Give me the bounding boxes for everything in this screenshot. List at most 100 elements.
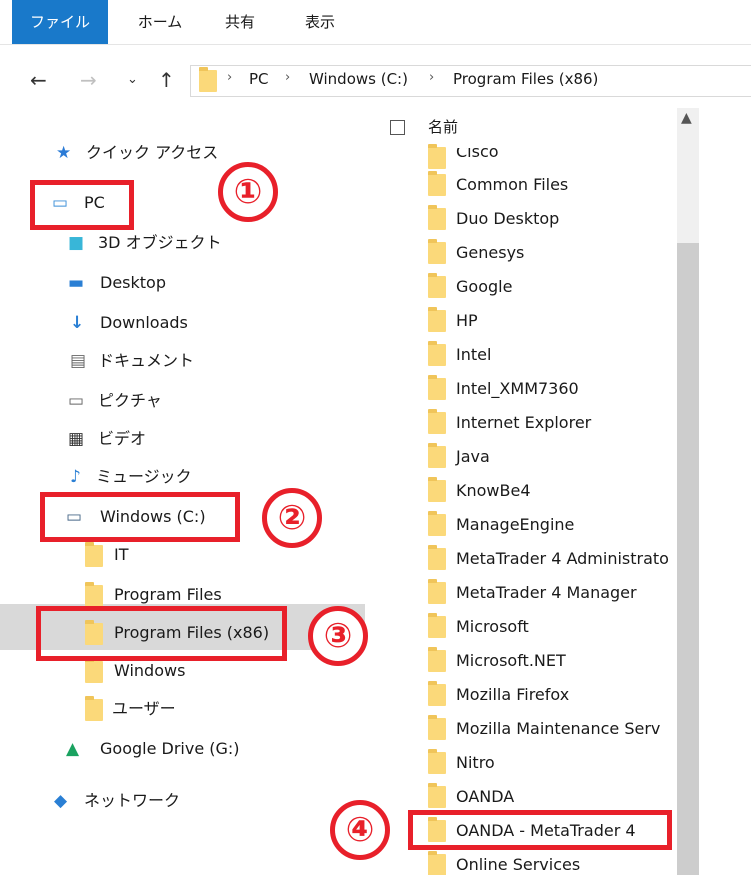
- breadcrumb-separator-icon: ›: [285, 70, 291, 85]
- list-item[interactable]: Mozilla Firefox: [456, 681, 569, 709]
- scrollbar-thumb[interactable]: [677, 243, 699, 875]
- nav-google-drive[interactable]: Google Drive (G:): [100, 736, 240, 762]
- breadcrumb-separator-icon: ›: [429, 70, 435, 85]
- list-item[interactable]: Common Files: [456, 171, 568, 199]
- document-icon: ▤: [70, 351, 87, 371]
- nav-downloads[interactable]: Downloads: [100, 310, 188, 336]
- address-field[interactable]: › PC › Windows (C:) › Program Files (x86…: [190, 65, 751, 97]
- annotation-box-1: [30, 180, 134, 230]
- list-item[interactable]: Intel: [456, 341, 491, 369]
- folder-icon: [428, 239, 446, 264]
- nav-network[interactable]: ネットワーク: [84, 788, 180, 814]
- nav-it[interactable]: IT: [114, 542, 129, 568]
- picture-icon: ▭: [68, 391, 85, 411]
- folder-icon: [428, 144, 446, 169]
- nav-users[interactable]: ユーザー: [112, 696, 176, 722]
- scrollbar[interactable]: ▲: [677, 108, 699, 875]
- folder-icon: [428, 341, 446, 366]
- folder-icon: [428, 273, 446, 298]
- right-blank-area: [699, 108, 751, 875]
- folder-icon: [428, 511, 446, 536]
- tab-share[interactable]: 共有: [215, 0, 265, 44]
- folder-icon: [428, 647, 446, 672]
- network-icon: ◆: [54, 791, 68, 811]
- folder-icon: [85, 658, 103, 683]
- annotation-number-2: ②: [262, 488, 322, 548]
- folder-icon: [199, 67, 217, 92]
- folder-icon: [428, 613, 446, 638]
- folder-icon: [428, 579, 446, 604]
- folder-icon: [428, 681, 446, 706]
- annotation-box-4: [408, 810, 672, 850]
- folder-icon: [428, 783, 446, 808]
- list-item[interactable]: Intel_XMM7360: [456, 375, 579, 403]
- folder-icon: [428, 545, 446, 570]
- folder-icon: [428, 375, 446, 400]
- download-arrow-icon: ↓: [70, 313, 85, 333]
- list-item[interactable]: Java: [456, 443, 490, 471]
- address-bar: ← → ⌄ ↑ › PC › Windows (C:) › Program Fi…: [0, 44, 751, 118]
- folder-icon: [85, 696, 103, 721]
- list-item[interactable]: Internet Explorer: [456, 409, 591, 437]
- cube-icon: ■: [68, 233, 85, 253]
- ribbon: ファイル ホーム 共有 表示: [0, 0, 751, 45]
- list-item[interactable]: Google: [456, 273, 512, 301]
- breadcrumb-program-files-x86[interactable]: Program Files (x86): [453, 70, 598, 88]
- list-item[interactable]: ManageEngine: [456, 511, 574, 539]
- back-arrow-icon[interactable]: ←: [30, 64, 47, 96]
- recent-locations-chevron-icon[interactable]: ⌄: [127, 64, 138, 96]
- breadcrumb-windows-c[interactable]: Windows (C:): [309, 70, 408, 88]
- annotation-number-1: ①: [218, 162, 278, 222]
- breadcrumb-separator-icon: ›: [227, 70, 233, 85]
- annotation-box-2: [40, 492, 240, 542]
- select-all-checkbox[interactable]: [390, 120, 405, 135]
- tab-view[interactable]: 表示: [295, 0, 345, 44]
- folder-icon: [428, 443, 446, 468]
- desktop-icon: ▬: [68, 273, 85, 293]
- nav-windows[interactable]: Windows: [114, 658, 185, 684]
- folder-icon: [428, 307, 446, 332]
- list-item[interactable]: Genesys: [456, 239, 524, 267]
- nav-desktop[interactable]: Desktop: [100, 270, 166, 296]
- nav-pictures[interactable]: ピクチャ: [98, 388, 162, 414]
- nav-documents[interactable]: ドキュメント: [98, 348, 194, 374]
- list-item[interactable]: Microsoft: [456, 613, 529, 641]
- nav-3d-objects[interactable]: 3D オブジェクト: [98, 230, 222, 256]
- list-item[interactable]: OANDA: [456, 783, 514, 811]
- list-item[interactable]: Cisco: [456, 148, 499, 166]
- folder-icon: [428, 409, 446, 434]
- folder-icon: [428, 749, 446, 774]
- list-item[interactable]: Nitro: [456, 749, 495, 777]
- nav-program-files[interactable]: Program Files: [114, 582, 222, 608]
- list-item[interactable]: Mozilla Maintenance Serv: [456, 715, 660, 743]
- nav-music[interactable]: ミュージック: [96, 464, 192, 490]
- list-item[interactable]: Microsoft.NET: [456, 647, 566, 675]
- folder-icon: [428, 205, 446, 230]
- list-item[interactable]: Duo Desktop: [456, 205, 559, 233]
- folder-icon: [428, 715, 446, 740]
- annotation-number-4: ④: [330, 800, 390, 860]
- folder-icon: [85, 542, 103, 567]
- list-item[interactable]: MetaTrader 4 Manager: [456, 579, 637, 607]
- star-icon: ★: [56, 143, 72, 163]
- folder-icon: [428, 851, 446, 875]
- list-item[interactable]: Online Services: [456, 851, 580, 875]
- up-arrow-icon[interactable]: ↑: [158, 64, 175, 96]
- folder-icon: [428, 171, 446, 196]
- tab-home[interactable]: ホーム: [130, 0, 190, 44]
- forward-arrow-icon[interactable]: →: [80, 64, 97, 96]
- tab-file[interactable]: ファイル: [12, 0, 108, 44]
- folder-icon: [85, 582, 103, 607]
- list-item[interactable]: KnowBe4: [456, 477, 531, 505]
- column-header-name[interactable]: 名前: [428, 116, 458, 137]
- breadcrumb-pc[interactable]: PC: [249, 70, 269, 88]
- list-item[interactable]: HP: [456, 307, 478, 335]
- folder-icon: [428, 477, 446, 502]
- list-item[interactable]: MetaTrader 4 Administrato: [456, 545, 669, 573]
- nav-videos[interactable]: ビデオ: [98, 426, 146, 452]
- nav-quick-access[interactable]: クイック アクセス: [86, 140, 218, 166]
- annotation-box-3: [36, 606, 287, 661]
- scroll-up-icon[interactable]: ▲: [681, 110, 692, 126]
- music-note-icon: ♪: [70, 467, 81, 487]
- video-icon: ▦: [68, 429, 85, 449]
